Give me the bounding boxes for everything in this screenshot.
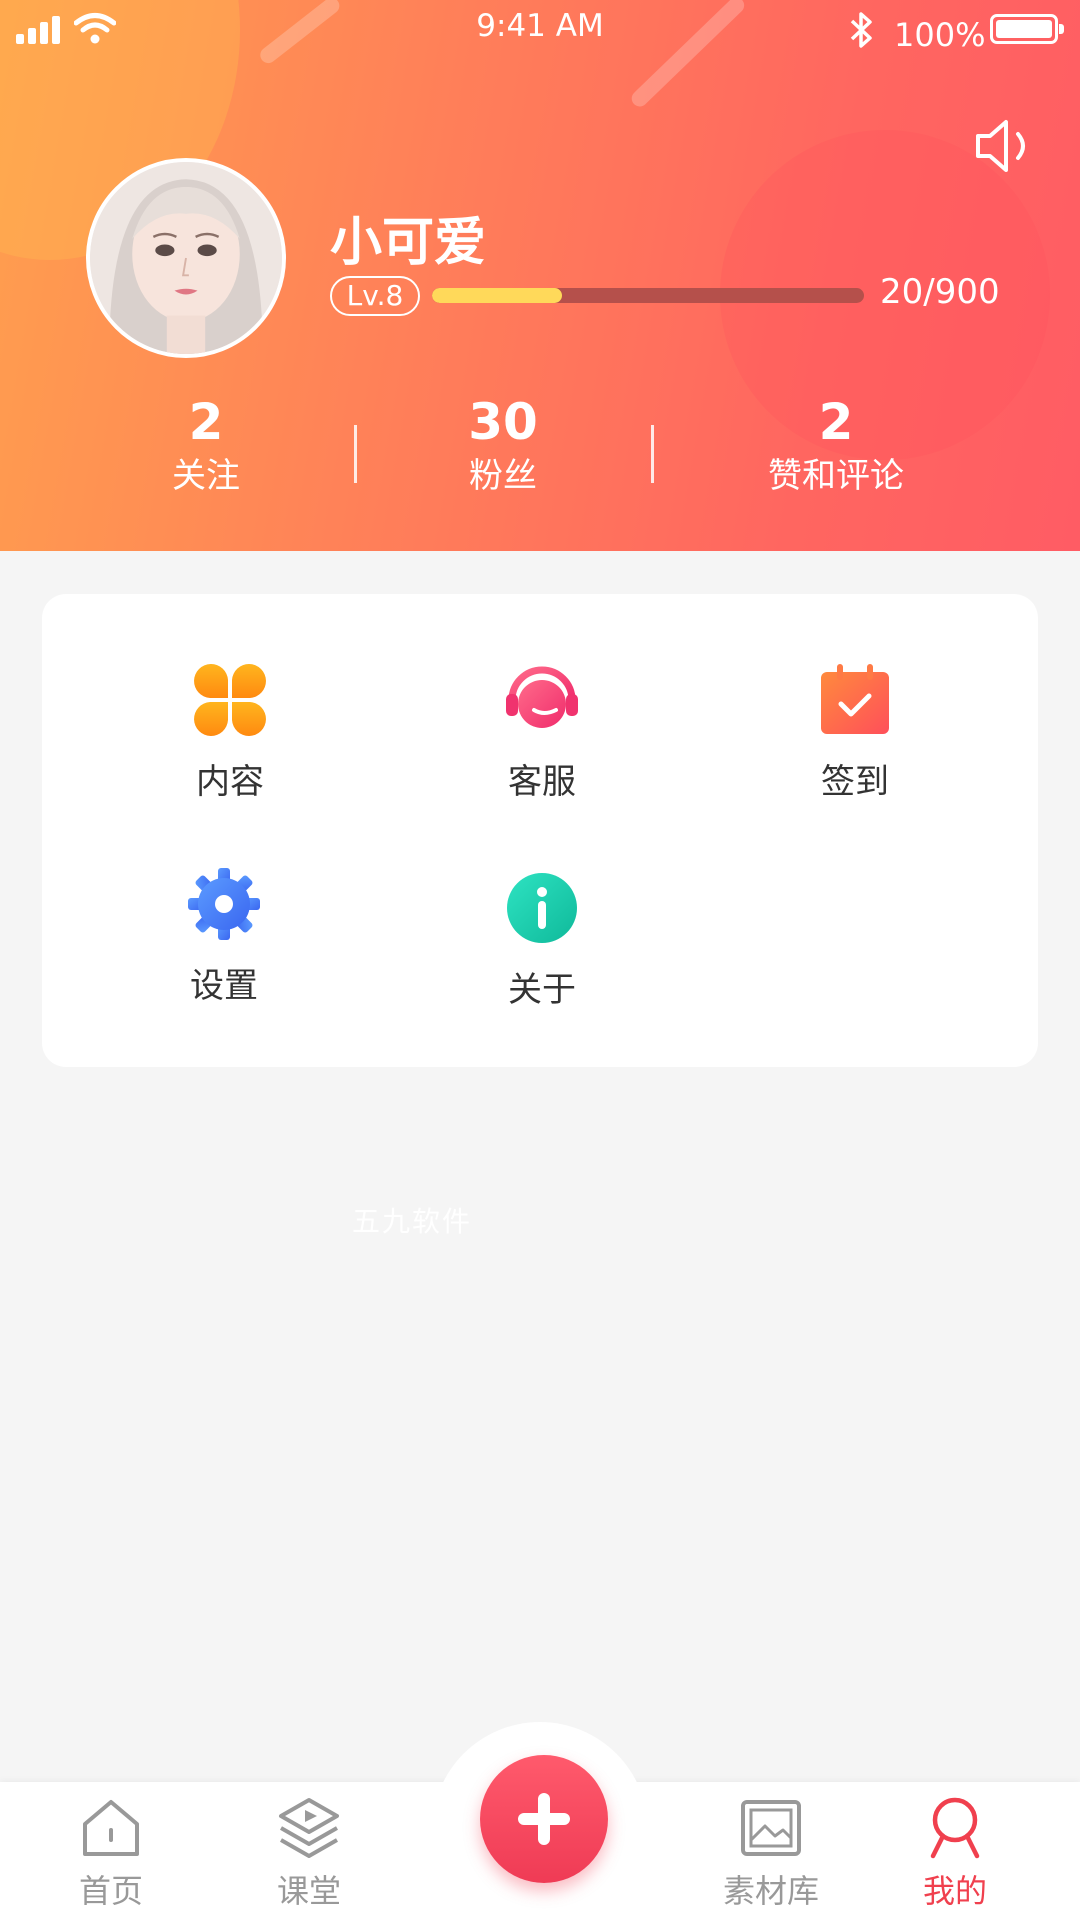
stat-followers[interactable]: 30 粉丝 (383, 392, 623, 500)
info-icon (507, 873, 577, 943)
tab-classroom[interactable]: 课堂 (234, 1796, 384, 1912)
image-icon (741, 1800, 801, 1856)
stat-following[interactable]: 2 关注 (86, 392, 326, 500)
menu-item-content[interactable]: 内容 (130, 662, 330, 803)
menu-item-about[interactable]: 关于 (442, 870, 642, 1011)
tab-label: 首页 (78, 1872, 143, 1910)
menu-item-label: 关于 (508, 970, 576, 1010)
home-icon (83, 1800, 139, 1856)
stat-divider (354, 425, 357, 483)
plus-icon (518, 1793, 570, 1845)
stat-label: 关注 (172, 456, 240, 496)
tab-material-library[interactable]: 素材库 (696, 1796, 846, 1912)
add-button[interactable] (480, 1755, 608, 1883)
menu-item-label: 设置 (190, 966, 258, 1006)
menu-card: 内容 客服 签到 设置 关于 (42, 594, 1038, 1067)
avatar[interactable] (86, 158, 286, 358)
battery-icon (990, 14, 1064, 44)
menu-item-label: 客服 (508, 762, 576, 802)
stat-label: 粉丝 (469, 456, 537, 496)
level-badge: Lv.8 (330, 276, 420, 316)
clover-icon (194, 664, 266, 736)
menu-item-customer-service[interactable]: 客服 (442, 662, 642, 803)
watermark: 五九软件 (352, 1205, 473, 1238)
speaker-icon[interactable] (972, 114, 1036, 178)
play-layers-icon (279, 1798, 339, 1858)
gear-icon (188, 868, 260, 940)
profile-page: 9:41 AM 100% 小可爱 Lv.8 20/900 2 关注 30 粉丝 … (0, 0, 1080, 1920)
level-progress-fill (432, 288, 562, 303)
tab-home[interactable]: 首页 (36, 1796, 186, 1912)
level-progress-bar (432, 288, 864, 303)
tab-label: 素材库 (722, 1872, 819, 1910)
tab-label: 课堂 (276, 1872, 341, 1910)
status-bar: 9:41 AM 100% (0, 0, 1080, 60)
tab-label: 我的 (922, 1872, 987, 1910)
stat-value: 2 (188, 393, 224, 451)
menu-item-label: 内容 (196, 762, 264, 802)
profile-header: 9:41 AM 100% 小可爱 Lv.8 20/900 2 关注 30 粉丝 … (0, 0, 1080, 551)
stat-value: 2 (818, 393, 854, 451)
stat-value: 30 (468, 393, 538, 451)
calendar-check-icon (821, 664, 889, 734)
stat-divider (651, 425, 654, 483)
menu-item-check-in[interactable]: 签到 (755, 662, 955, 803)
avatar-image (90, 162, 282, 354)
battery-percent: 100% (894, 16, 986, 54)
stat-likes-comments[interactable]: 2 赞和评论 (716, 392, 956, 500)
person-icon (930, 1797, 980, 1859)
tab-mine[interactable]: 我的 (880, 1796, 1030, 1912)
stat-label: 赞和评论 (768, 456, 904, 496)
menu-item-settings[interactable]: 设置 (124, 866, 324, 1007)
level-progress-text: 20/900 (880, 272, 1000, 312)
bluetooth-icon (850, 12, 872, 48)
username: 小可爱 (330, 213, 487, 273)
headset-icon (506, 666, 578, 728)
menu-item-label: 签到 (821, 762, 889, 802)
